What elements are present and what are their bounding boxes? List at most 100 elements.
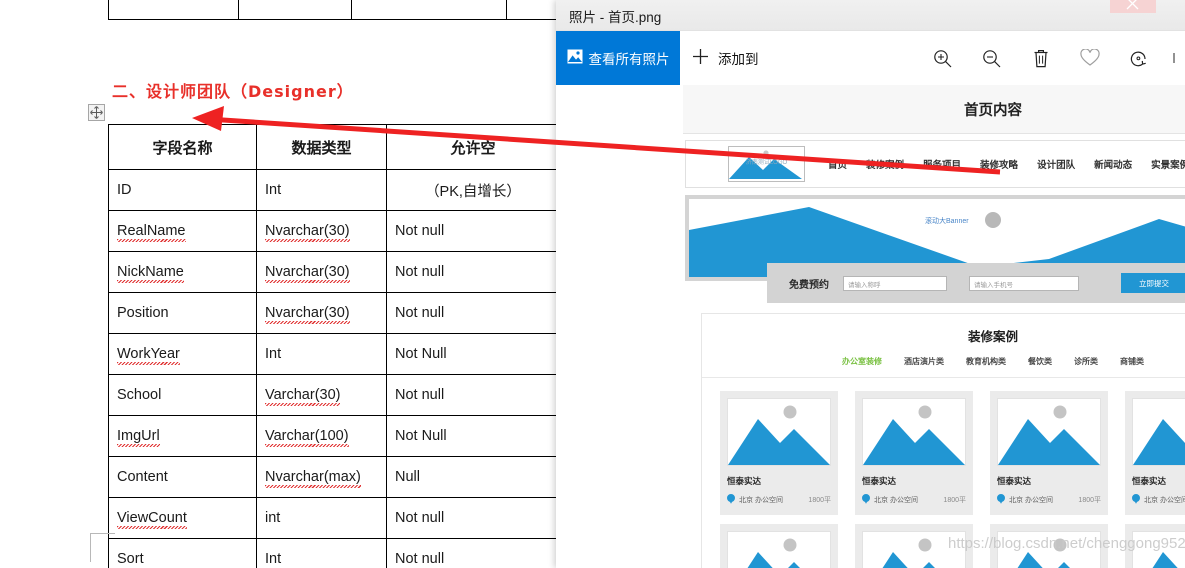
- booking-submit-button[interactable]: 立即提交: [1121, 273, 1185, 293]
- booking-name-input[interactable]: 请输入称呼: [843, 275, 947, 291]
- case-card-meta: 北京 办公空间 1800平: [997, 494, 1101, 506]
- cases-tab-5[interactable]: 商铺类: [1120, 356, 1144, 367]
- case-card[interactable]: [855, 524, 973, 568]
- mockup-nav-item-5[interactable]: 新闻动态: [1094, 157, 1132, 171]
- table-cell-type: Int: [256, 169, 387, 211]
- rotate-icon[interactable]: [1114, 31, 1163, 85]
- mockup-nav-item-3[interactable]: 装修攻略: [980, 157, 1018, 171]
- cases-card-row-2[interactable]: [702, 515, 1185, 568]
- logo-text: 济南测试LOGO: [745, 160, 788, 166]
- photo-canvas[interactable]: 首页内容 济南测试LOGO 首页 装修案例 服务项目 装修攻略 设计团队 新闻动态 实景案例…: [556, 85, 1185, 568]
- mockup-nav-item-2[interactable]: 服务项目: [923, 157, 961, 171]
- table-cell-field: ImgUrl: [108, 415, 257, 457]
- section-heading: 二、设计师团队（Designer）: [112, 82, 354, 101]
- table-cell-field: Content: [108, 456, 257, 498]
- case-card-name: 恒泰实达: [727, 477, 762, 487]
- table-row: NickNameNvarchar(30)Not null展示名: [108, 251, 566, 293]
- location-pin-icon: [1132, 494, 1140, 506]
- table-cell-nullable: Not null: [386, 251, 560, 293]
- zoom-in-icon[interactable]: [918, 31, 967, 85]
- case-card[interactable]: 恒泰实达北京 办公空间1800平: [855, 391, 973, 515]
- case-card-meta: 北京 办公空间 1800平: [727, 494, 831, 506]
- mockup-nav-item-4[interactable]: 设计团队: [1037, 157, 1075, 171]
- table-cell-nullable: Not null: [386, 210, 560, 252]
- case-card-thumbnail: [1132, 531, 1185, 568]
- mockup-nav-item-0[interactable]: 首页: [828, 157, 847, 171]
- cell-text: Varchar(30): [265, 387, 341, 406]
- add-to-button[interactable]: 添加到: [692, 31, 759, 85]
- cases-tabs[interactable]: 办公室装修 酒店演片类 教育机构类 餐饮类 诊所类 商铺类: [702, 356, 1185, 378]
- case-card-meta: 北京 办公空间 1800平: [862, 494, 966, 506]
- cell-text: Nvarchar(30): [265, 223, 350, 242]
- case-card-location: 北京 办公空间: [739, 497, 783, 504]
- booking-form-label: 免费预约: [789, 279, 829, 291]
- table-cell-nullable: （PK,自增长）: [386, 169, 560, 211]
- column-header-nullable: 允许空: [386, 124, 560, 170]
- table-row-partial-top: CreateTime Datetime Not null 创建时: [108, 0, 566, 20]
- table-cell-type: Int: [256, 333, 387, 375]
- cases-tab-0[interactable]: 办公室装修: [842, 356, 882, 367]
- cell-text: RealName: [117, 223, 186, 242]
- toolbar-icon-group[interactable]: [918, 31, 1185, 85]
- heart-icon[interactable]: [1065, 31, 1114, 85]
- table-cell-type: Varchar(30): [256, 374, 387, 416]
- delete-icon[interactable]: [1016, 31, 1065, 85]
- photos-toolbar[interactable]: 查看所有照片 添加到: [556, 31, 1185, 86]
- gallery-icon: [567, 49, 583, 67]
- case-card-area: 1800平: [808, 497, 831, 504]
- case-card[interactable]: [720, 524, 838, 568]
- case-card-thumbnail: [997, 398, 1101, 466]
- case-card-thumbnail: [997, 531, 1101, 568]
- cell-text: ImgUrl: [117, 428, 160, 447]
- view-all-photos-button[interactable]: 查看所有照片: [556, 31, 680, 85]
- table-cell-field: WorkYear: [108, 333, 257, 375]
- cases-tab-3[interactable]: 餐饮类: [1028, 356, 1052, 367]
- table-cell-type: Nvarchar(30): [256, 251, 387, 293]
- case-card-area: 1800平: [1078, 497, 1101, 504]
- booking-phone-input[interactable]: 请输入手机号: [969, 275, 1079, 291]
- table-move-handle[interactable]: [88, 104, 105, 121]
- banner-dot: [985, 212, 1001, 228]
- case-card[interactable]: [990, 524, 1108, 568]
- more-icon[interactable]: [1163, 31, 1185, 85]
- table-cell-type: Nvarchar(30): [256, 292, 387, 334]
- case-card[interactable]: 恒泰实达北京 办公空间 1800平: [720, 391, 838, 515]
- table-row: PositionNvarchar(30)Not null职位名: [108, 292, 566, 334]
- cell-text: Nvarchar(max): [265, 469, 361, 488]
- cases-tab-1[interactable]: 酒店演片类: [904, 356, 944, 367]
- photos-app-window[interactable]: 照片 - 首页.png 查看所有照片 添加到 首页内容 济南测试LOGO 首页 …: [556, 0, 1185, 568]
- cases-card-row-1[interactable]: 恒泰实达 北京 办公空间 1800平 恒泰实达 北京 办公空间 1800平 恒泰实达 北京 办…: [702, 378, 1185, 515]
- mockup-title-bar: 首页内容: [683, 85, 1185, 134]
- cell-text: Varchar(100): [265, 428, 349, 447]
- case-card-thumbnail: [727, 531, 831, 568]
- case-card-location: 北京 办公空间: [1009, 497, 1053, 504]
- cases-tab-4[interactable]: 诊所类: [1074, 356, 1098, 367]
- close-icon[interactable]: [1110, 0, 1156, 13]
- case-card-thumbnail: [1132, 398, 1185, 466]
- window-titlebar[interactable]: 照片 - 首页.png: [556, 0, 1185, 31]
- mockup-nav-item-1[interactable]: 装修案例: [866, 157, 904, 171]
- table-cell-field: NickName: [108, 251, 257, 293]
- mockup-nav-links[interactable]: 首页装修案例服务项目装修攻略设计团队新闻动态实景案例关于我们: [828, 157, 1185, 171]
- table-cell-nullable: Not null: [386, 374, 560, 416]
- table-header-row: 字段名称 数据类型 允许空: [108, 124, 566, 170]
- cases-tab-2[interactable]: 教育机构类: [966, 356, 1006, 367]
- table-cell-field: Position: [108, 292, 257, 334]
- table-cell-type: int: [256, 497, 387, 539]
- document-page: CreateTime Datetime Not null 创建时 二、设计师团队…: [0, 0, 566, 568]
- case-card[interactable]: 恒泰实达北京 办公空间1800平: [1125, 391, 1185, 515]
- mockup-page-title: 首页内容: [964, 102, 1022, 119]
- table-cell-nullable: Not Null: [386, 333, 560, 375]
- booking-form[interactable]: 免费预约 请输入称呼 请输入手机号 立即提交: [767, 263, 1185, 303]
- mockup-nav-item-6[interactable]: 实景案例: [1151, 157, 1185, 171]
- case-card[interactable]: [1125, 524, 1185, 568]
- cell-text: WorkYear: [117, 346, 180, 365]
- table-cell-type: Varchar(100): [256, 415, 387, 457]
- case-card-location: 北京 办公空间: [874, 497, 918, 504]
- table-row: IDInt（PK,自增长）主键: [108, 169, 566, 211]
- window-title: 照片 - 首页.png: [569, 10, 662, 25]
- word-document-pane[interactable]: CreateTime Datetime Not null 创建时 二、设计师团队…: [0, 0, 566, 568]
- table-row: ContentNvarchar(max)Null内容: [108, 456, 566, 498]
- case-card[interactable]: 恒泰实达北京 办公空间1800平: [990, 391, 1108, 515]
- zoom-out-icon[interactable]: [967, 31, 1016, 85]
